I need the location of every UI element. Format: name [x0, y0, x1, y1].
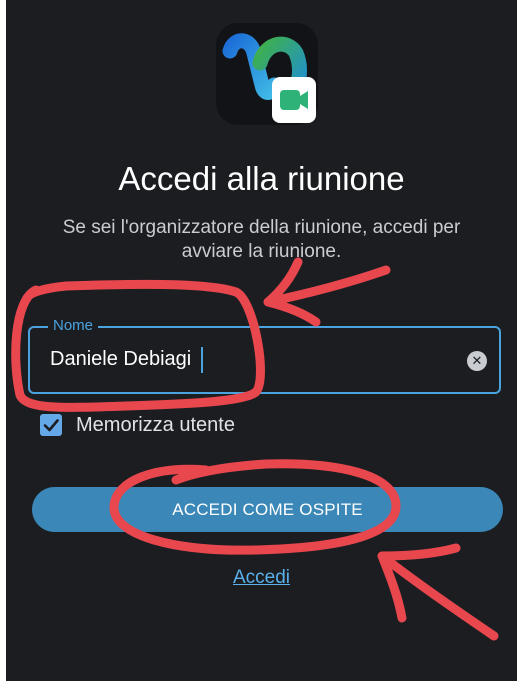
remember-user-checkbox[interactable] — [40, 414, 62, 436]
webex-logo-icon — [222, 33, 316, 123]
join-as-guest-button[interactable]: ACCEDI COME OSPITE — [32, 487, 503, 532]
checkmark-icon — [43, 419, 59, 432]
name-input[interactable] — [50, 348, 430, 371]
page-title: Accedi alla riunione — [118, 160, 405, 197]
annotation-arrow-top — [263, 257, 391, 327]
text-caret — [201, 347, 203, 373]
annotation-arrow-bottom — [377, 543, 499, 641]
name-field[interactable]: Nome ✕ — [28, 317, 501, 394]
clear-icon[interactable]: ✕ — [467, 351, 487, 371]
join-meeting-screen: Accedi alla riunione Se sei l'organizzat… — [6, 0, 517, 681]
webex-app-icon — [216, 23, 318, 125]
sign-in-link[interactable]: Accedi — [6, 567, 517, 589]
remember-user-label: Memorizza utente — [76, 414, 235, 436]
name-field-label: Nome — [48, 317, 99, 334]
page-subtitle: Se sei l'organizzatore della riunione, a… — [62, 217, 461, 262]
